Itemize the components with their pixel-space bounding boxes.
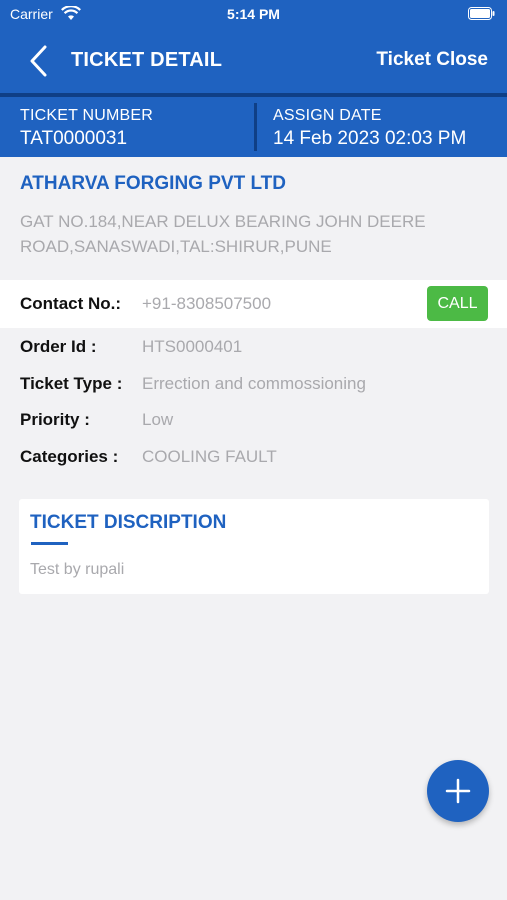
ticket-type-value: Errection and commossioning bbox=[142, 374, 366, 393]
battery-icon bbox=[468, 7, 495, 25]
chevron-left-icon[interactable] bbox=[28, 44, 50, 78]
band-divider bbox=[254, 103, 257, 151]
detail-row-categories: Categories : COOLING FAULT bbox=[0, 439, 507, 475]
ticket-close-button[interactable]: Ticket Close bbox=[376, 49, 488, 71]
assign-date-block: ASSIGN DATE 14 Feb 2023 02:03 PM bbox=[273, 107, 466, 150]
detail-row-ticket-type: Ticket Type : Errection and commossionin… bbox=[0, 366, 507, 402]
description-text: Test by rupali bbox=[30, 561, 125, 578]
page-title: TICKET DETAIL bbox=[71, 49, 223, 71]
priority-value: Low bbox=[142, 410, 174, 429]
call-button[interactable]: CALL bbox=[427, 286, 488, 321]
company-address: GAT NO.184,NEAR DELUX BEARING JOHN DEERE… bbox=[20, 212, 426, 256]
ticket-number-value: TAT0000031 bbox=[20, 128, 128, 149]
contact-value: +91-8308507500 bbox=[142, 294, 272, 313]
status-bar: Carrier 5:14 PM bbox=[0, 0, 507, 30]
ticket-number-block: TICKET NUMBER TAT0000031 bbox=[20, 107, 153, 150]
plus-icon bbox=[445, 778, 471, 804]
contact-row: Contact No.: +91-8308507500 CALL bbox=[0, 280, 507, 328]
order-id-label: Order Id : bbox=[20, 337, 97, 356]
company-section: ATHARVA FORGING PVT LTD GAT NO.184,NEAR … bbox=[0, 157, 507, 279]
priority-label: Priority : bbox=[20, 410, 90, 429]
order-id-value: HTS0000401 bbox=[142, 337, 243, 356]
detail-row-priority: Priority : Low bbox=[0, 402, 507, 438]
detail-row-order-id: Order Id : HTS0000401 bbox=[0, 329, 507, 365]
assign-date-label: ASSIGN DATE bbox=[273, 107, 382, 124]
add-fab-button[interactable] bbox=[427, 760, 489, 822]
ticket-number-label: TICKET NUMBER bbox=[20, 107, 153, 124]
status-time: 5:14 PM bbox=[227, 6, 280, 22]
company-name: ATHARVA FORGING PVT LTD bbox=[20, 173, 286, 194]
ticket-description-card: TICKET DISCRIPTION Test by rupali bbox=[19, 499, 489, 594]
description-title: TICKET DISCRIPTION bbox=[30, 512, 227, 533]
categories-value: COOLING FAULT bbox=[142, 447, 277, 466]
ticket-type-label: Ticket Type : bbox=[20, 374, 123, 393]
ticket-info-band: TICKET NUMBER TAT0000031 ASSIGN DATE 14 … bbox=[0, 93, 507, 157]
description-title-underline bbox=[31, 542, 68, 545]
assign-date-value: 14 Feb 2023 02:03 PM bbox=[273, 128, 467, 149]
navbar: TICKET DETAIL Ticket Close bbox=[0, 30, 507, 93]
contact-label: Contact No.: bbox=[20, 294, 122, 313]
categories-label: Categories : bbox=[20, 447, 119, 466]
